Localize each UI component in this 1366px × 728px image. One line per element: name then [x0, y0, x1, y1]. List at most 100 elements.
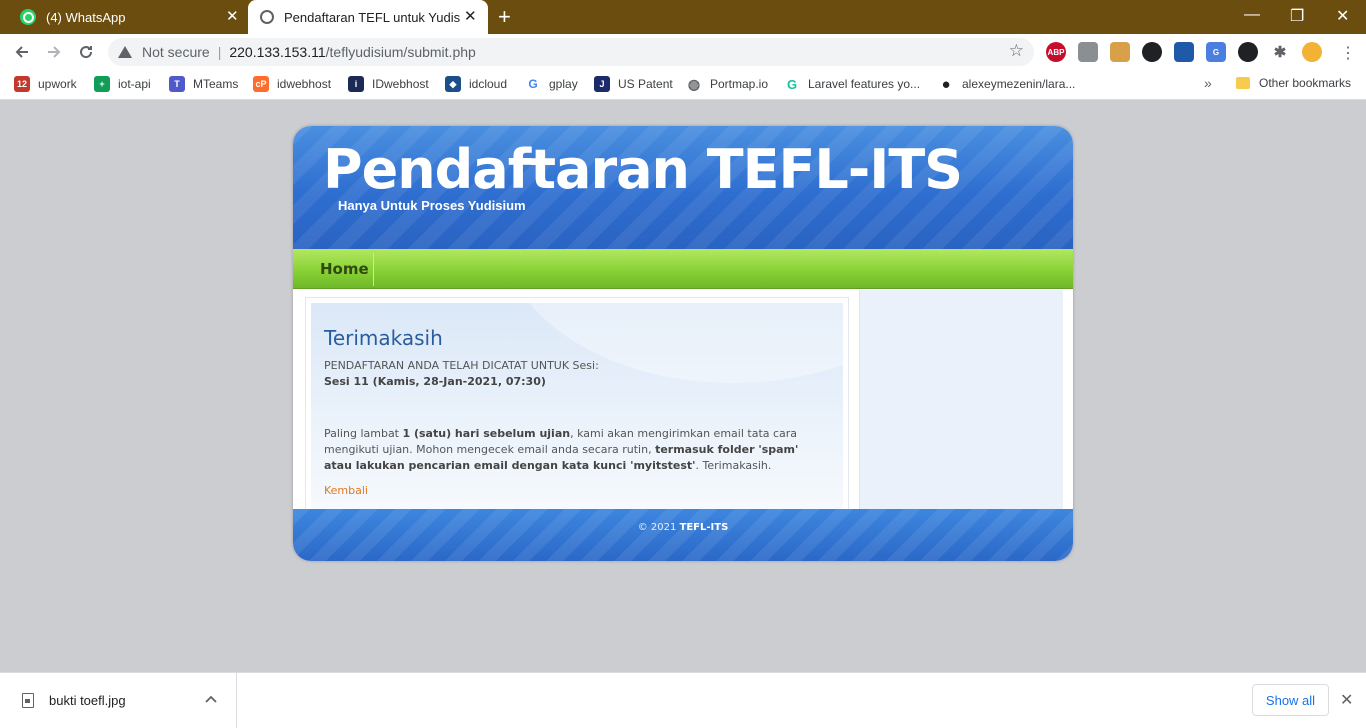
tab-title: (4) WhatsApp: [46, 9, 126, 25]
other-bookmarks[interactable]: Other bookmarks: [1236, 76, 1351, 90]
download-bar: bukti toefl.jpg Show all ✕: [0, 672, 1366, 728]
grammarly-icon: G: [784, 76, 800, 92]
back-button[interactable]: [10, 40, 34, 64]
bookmark-label: upwork: [38, 77, 77, 91]
copyright-text: © 2021 TEFL-ITS: [293, 522, 1073, 533]
close-tab-icon[interactable]: ✕: [226, 9, 239, 24]
reload-icon: [80, 46, 93, 59]
close-window-button[interactable]: ✕: [1336, 6, 1349, 26]
bookmark-us-patent[interactable]: J US Patent: [594, 76, 673, 92]
instructions-paragraph: Paling lambat 1 (satu) hari sebelum ujia…: [324, 426, 824, 474]
bookmark-laravel-features[interactable]: G Laravel features yo...: [784, 76, 920, 92]
forward-button[interactable]: [42, 40, 66, 64]
bookmark-mteams[interactable]: T MTeams: [169, 76, 238, 92]
google-translate-icon[interactable]: G: [1206, 42, 1226, 62]
bookmark-label: iot-api: [118, 77, 151, 91]
bookmark-gplay[interactable]: G gplay: [525, 76, 578, 92]
bookmark-idwebhost[interactable]: cP idwebhost: [253, 76, 331, 92]
idwebhost-icon: i: [348, 76, 364, 92]
registration-notice: PENDAFTARAN ANDA TELAH DICATAT UNTUK Ses…: [324, 359, 599, 372]
bookmark-label: alexeymezenin/lara...: [962, 77, 1076, 91]
close-tab-icon[interactable]: ✕: [464, 9, 477, 24]
bookmark-label: Portmap.io: [710, 77, 769, 91]
minimize-button[interactable]: —: [1244, 6, 1260, 24]
new-tab-button[interactable]: +: [498, 5, 511, 29]
extension-circle-icon[interactable]: [1142, 42, 1162, 62]
site-title: Pendaftaran TEFL-ITS: [323, 138, 963, 201]
sheets-icon: +: [94, 76, 110, 92]
bookmark-label: gplay: [549, 77, 578, 91]
download-filename: bukti toefl.jpg: [49, 693, 126, 708]
reload-button[interactable]: [74, 40, 98, 64]
download-item[interactable]: bukti toefl.jpg: [0, 673, 237, 728]
divider: |: [217, 44, 222, 60]
bookmarks-bar: 12 upwork + iot-api T MTeams cP idwebhos…: [0, 70, 1366, 100]
session-info: Sesi 11 (Kamis, 28-Jan-2021, 07:30): [324, 375, 546, 388]
bold-fragment: 1 (satu) hari sebelum ujian: [402, 427, 571, 440]
tab-title: Pendaftaran TEFL untuk Yudisium: [284, 9, 460, 25]
site-nav-bar: Home: [293, 249, 1073, 289]
tab-whatsapp[interactable]: (4) WhatsApp ✕: [8, 0, 246, 34]
content-area: Terimakasih PENDAFTARAN ANDA TELAH DICAT…: [293, 290, 1073, 509]
bookmark-label: US Patent: [618, 77, 673, 91]
text-fragment: Paling lambat: [324, 427, 403, 440]
bookmark-portmap[interactable]: ◍ Portmap.io: [686, 76, 768, 92]
restore-button[interactable]: ❐: [1290, 6, 1304, 26]
extensions-area: ABP G ✱: [1046, 42, 1322, 62]
profile-avatar-icon[interactable]: [1302, 42, 1322, 62]
extension-shield-icon[interactable]: [1174, 42, 1194, 62]
main-content-box: Terimakasih PENDAFTARAN ANDA TELAH DICAT…: [305, 297, 849, 509]
globe-icon: ◍: [686, 75, 702, 92]
forward-arrow-icon: [48, 46, 61, 58]
idcloud-icon: ◆: [445, 76, 461, 92]
text-fragment: . Terimakasih.: [695, 459, 772, 472]
google-icon: G: [525, 76, 541, 92]
whatsapp-icon: [20, 9, 36, 25]
more-bookmarks-chevron-icon[interactable]: »: [1204, 75, 1212, 91]
teams-icon: T: [169, 76, 185, 92]
copyright-prefix: © 2021: [637, 522, 680, 533]
bookmark-label: Laravel features yo...: [808, 77, 921, 91]
adblock-plus-icon[interactable]: ABP: [1046, 42, 1066, 62]
calendar-icon: 12: [14, 76, 30, 92]
copyright-brand: TEFL-ITS: [679, 522, 729, 533]
chevron-up-icon[interactable]: [205, 691, 217, 706]
back-link[interactable]: Kembali: [324, 484, 368, 497]
browser-menu-icon[interactable]: ⋮: [1340, 43, 1356, 63]
address-bar[interactable]: Not secure | 220.133.153.11/teflyudisium…: [108, 38, 1034, 66]
bookmark-idcloud[interactable]: ◆ idcloud: [445, 76, 507, 92]
nav-divider: [373, 253, 374, 286]
bookmark-label: MTeams: [193, 77, 239, 91]
main-content-inner: Terimakasih PENDAFTARAN ANDA TELAH DICAT…: [311, 303, 843, 509]
warning-icon: [118, 46, 132, 58]
extension-cat-icon[interactable]: [1238, 42, 1258, 62]
bookmark-github[interactable]: ● alexeymezenin/lara...: [938, 76, 1076, 93]
extension-v-icon[interactable]: [1078, 42, 1098, 62]
close-download-bar-icon[interactable]: ✕: [1340, 690, 1353, 710]
bookmark-label: idcloud: [469, 77, 508, 91]
github-icon: ●: [938, 76, 954, 93]
url-host: 220.133.153.11: [229, 44, 326, 60]
bookmark-label: idwebhost: [277, 77, 332, 91]
bookmark-label: IDwebhost: [372, 77, 429, 91]
folder-icon: [1236, 77, 1250, 89]
bookmark-star-icon[interactable]: ☆: [1009, 41, 1024, 61]
tab-pendaftaran[interactable]: Pendaftaran TEFL untuk Yudisium ✕: [248, 0, 488, 34]
site-container: Pendaftaran TEFL-ITS Hanya Untuk Proses …: [293, 126, 1073, 561]
site-footer: © 2021 TEFL-ITS: [293, 509, 1073, 561]
justia-icon: J: [594, 76, 610, 92]
tab-strip: (4) WhatsApp ✕ Pendaftaran TEFL untuk Yu…: [0, 0, 1366, 34]
url-path: /teflyudisium/submit.php: [325, 44, 476, 60]
bookmark-IDwebhost[interactable]: i IDwebhost: [348, 76, 429, 92]
back-arrow-icon: [15, 46, 28, 58]
extensions-puzzle-icon[interactable]: ✱: [1270, 42, 1290, 62]
security-label[interactable]: Not secure: [142, 44, 210, 60]
nav-home-link[interactable]: Home: [320, 260, 369, 278]
bookmark-iot-api[interactable]: + iot-api: [94, 76, 151, 92]
site-subtitle: Hanya Untuk Proses Yudisium: [338, 198, 526, 213]
bookmark-upwork[interactable]: 12 upwork: [14, 76, 77, 92]
cpanel-icon: cP: [253, 76, 269, 92]
extension-face-icon[interactable]: [1110, 42, 1130, 62]
other-bookmarks-label: Other bookmarks: [1259, 76, 1352, 90]
show-all-button[interactable]: Show all: [1252, 684, 1329, 716]
